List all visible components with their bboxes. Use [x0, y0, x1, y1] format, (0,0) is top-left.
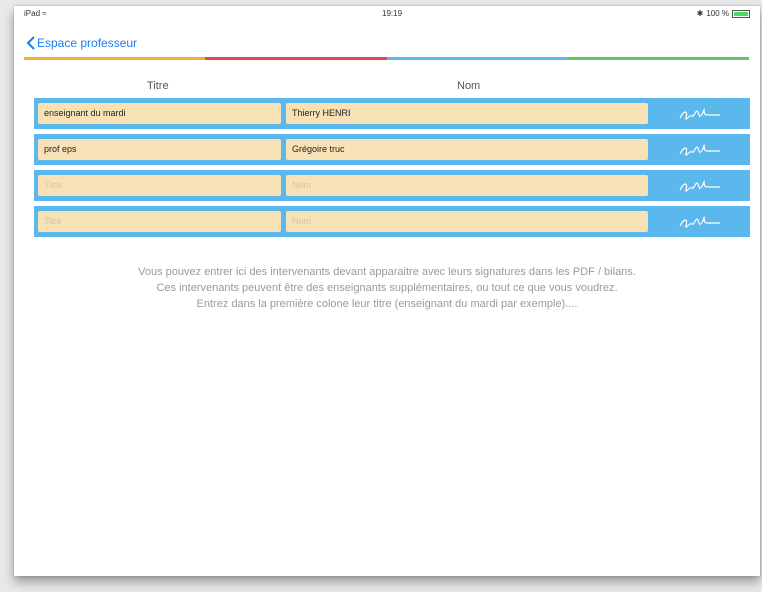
titre-field[interactable]: enseignant du mardi: [38, 103, 281, 124]
wifi-icon: ≈: [42, 9, 47, 18]
header-nom: Nom: [457, 80, 481, 92]
help-line-1: Vous pouvez entrer ici des intervenants …: [138, 266, 636, 278]
navigation-bar: Espace professeur: [14, 32, 760, 54]
device-screen: iPad ≈ 19:19 ✱ 100 % Espace professeur T…: [14, 6, 760, 576]
help-line-2: Ces intervenants peuvent être des enseig…: [156, 282, 618, 294]
signature-icon[interactable]: [674, 210, 724, 234]
nom-field[interactable]: Nom: [286, 211, 648, 232]
signature-icon[interactable]: [674, 138, 724, 162]
battery-icon: [732, 9, 750, 18]
titre-field[interactable]: Titre: [38, 211, 281, 232]
status-right: ✱ 100 %: [697, 9, 750, 18]
bluetooth-icon: ✱: [696, 9, 704, 18]
color-segment-green: [567, 57, 749, 60]
status-bar: iPad ≈ 19:19 ✱ 100 %: [14, 6, 760, 22]
color-segment-blue: [386, 57, 568, 60]
table-row: enseignant du mardi Thierry HENRI: [34, 98, 750, 129]
intervenants-list: enseignant du mardi Thierry HENRI prof e…: [34, 98, 750, 242]
nom-field[interactable]: Nom: [286, 175, 648, 196]
help-text: Vous pouvez entrer ici des intervenants …: [14, 264, 760, 312]
back-label: Espace professeur: [37, 36, 138, 50]
titre-field[interactable]: prof eps: [38, 139, 281, 160]
back-button[interactable]: Espace professeur: [26, 36, 137, 50]
color-divider: [24, 57, 749, 60]
battery-percent: 100 %: [706, 9, 729, 18]
carrier-label: iPad ≈: [24, 9, 47, 18]
table-row: Titre Nom: [34, 170, 750, 201]
table-row: Titre Nom: [34, 206, 750, 237]
nom-field[interactable]: Grégoire truc: [286, 139, 648, 160]
color-segment-red: [205, 57, 387, 60]
header-titre: Titre: [147, 80, 169, 92]
carrier-text: iPad: [24, 9, 41, 18]
signature-icon[interactable]: [674, 174, 724, 198]
color-segment-orange: [24, 57, 206, 60]
chevron-left-icon: [26, 36, 35, 50]
signature-icon[interactable]: [674, 102, 724, 126]
help-line-3: Entrez dans la première colone leur titr…: [196, 298, 578, 310]
nom-field[interactable]: Thierry HENRI: [286, 103, 648, 124]
titre-field[interactable]: Titre: [38, 175, 281, 196]
clock: 19:19: [382, 9, 403, 18]
table-row: prof eps Grégoire truc: [34, 134, 750, 165]
